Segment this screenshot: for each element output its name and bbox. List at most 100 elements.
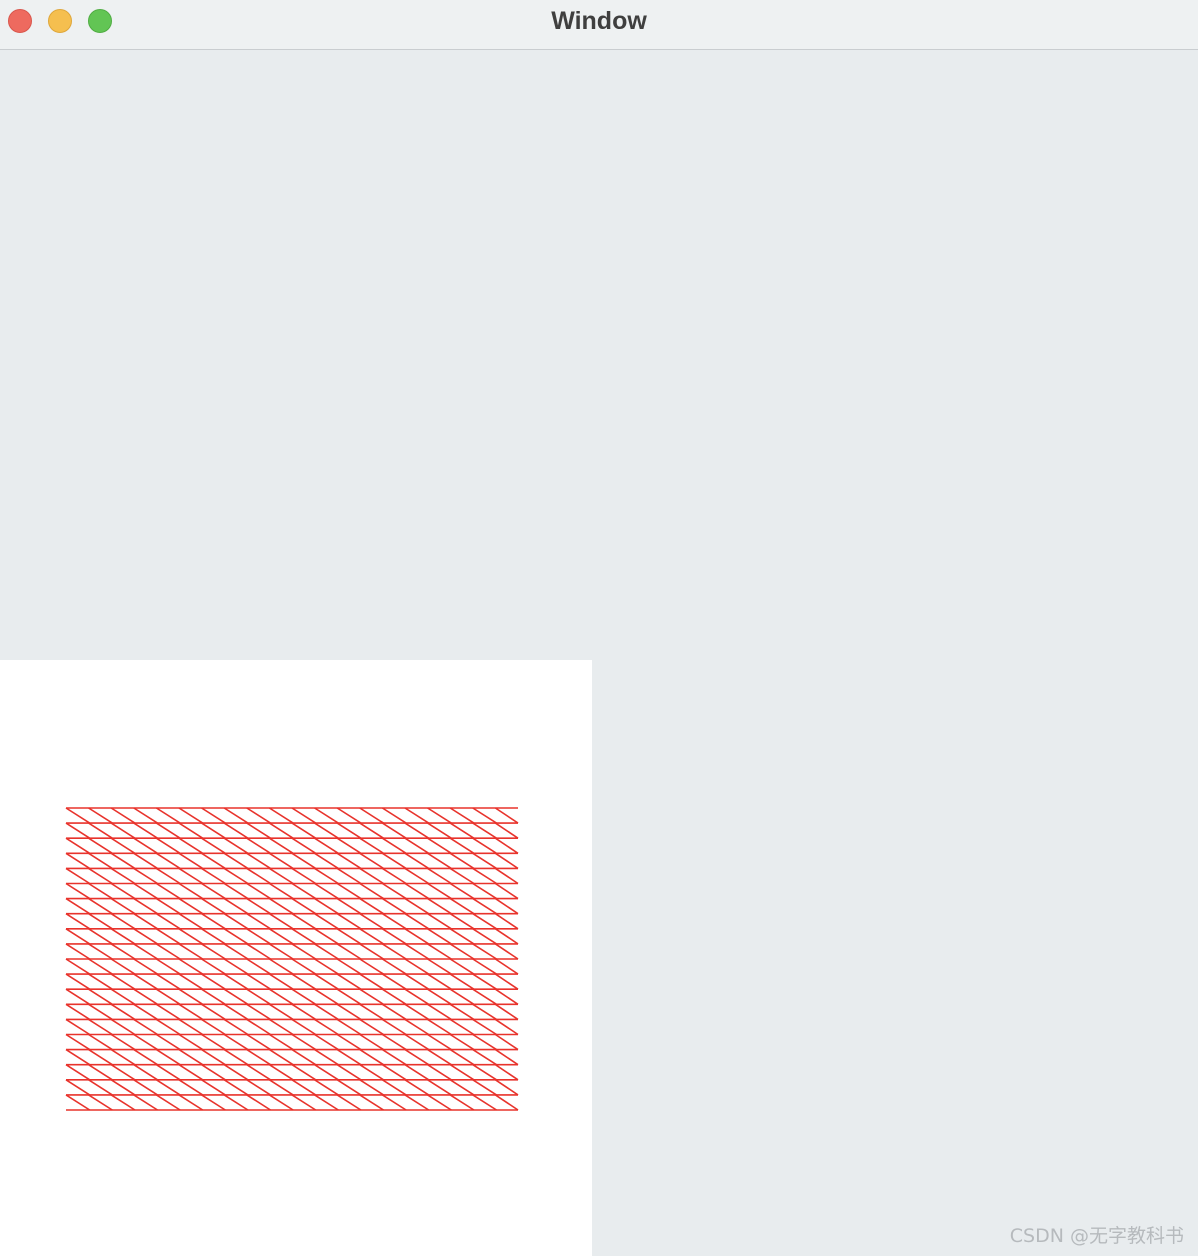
diagonal-hatch-line: [88, 1033, 113, 1051]
diagonal-hatch-line: [314, 973, 339, 990]
diagonal-hatch-line: [246, 807, 271, 824]
diagonal-hatch-line: [65, 852, 91, 870]
diagonal-hatch-line: [65, 1018, 91, 1036]
diagonal-hatch-line: [449, 928, 475, 945]
diagonal-hatch-line: [223, 867, 249, 885]
diagonal-hatch-line: [65, 913, 91, 930]
diagonal-hatch-line: [472, 1003, 497, 1021]
diagonal-hatch-line: [314, 1048, 339, 1066]
diagonal-hatch-line: [88, 1003, 113, 1021]
diagonal-hatch-line: [133, 1048, 158, 1066]
diagonal-hatch-line: [291, 852, 317, 870]
diagonal-hatch-line: [223, 897, 249, 915]
diagonal-hatch-line: [449, 807, 475, 824]
diagonal-hatch-line: [133, 837, 158, 854]
diagonal-hatch-line: [268, 973, 294, 990]
diagonal-hatch-line: [178, 867, 204, 885]
diagonal-hatch-line: [88, 1079, 113, 1096]
diagonal-hatch-line: [494, 973, 519, 990]
diagonal-hatch-line: [201, 1064, 226, 1081]
diagonal-hatch-line: [246, 1064, 271, 1081]
diagonal-hatch-line: [246, 1018, 271, 1036]
diagonal-hatch-line: [336, 943, 362, 960]
diagonal-hatch-line: [133, 1003, 158, 1021]
diagonal-hatch-line: [449, 852, 475, 870]
diagonal-hatch-line: [314, 1018, 339, 1036]
diagonal-hatch-line: [449, 1094, 475, 1111]
diagonal-hatch-line: [314, 852, 339, 870]
diagonal-hatch-line: [155, 897, 181, 915]
diagonal-hatch-line: [381, 1033, 407, 1051]
title-bar[interactable]: Window: [0, 0, 1198, 50]
diagonal-hatch-line: [65, 822, 91, 839]
diagonal-hatch-line: [65, 1048, 91, 1066]
diagonal-hatch-line: [336, 1003, 362, 1021]
diagonal-hatch-line: [314, 867, 339, 885]
diagonal-hatch-line: [336, 897, 362, 915]
diagonal-hatch-line: [359, 913, 384, 930]
diagonal-hatch-line: [133, 882, 158, 900]
diagonal-hatch-line: [359, 822, 384, 839]
diagonal-hatch-line: [201, 897, 226, 915]
diagonal-hatch-line: [155, 1033, 181, 1051]
diagonal-hatch-line: [246, 1079, 271, 1096]
diagonal-hatch-line: [268, 897, 294, 915]
diagonal-hatch-line: [381, 852, 407, 870]
diagonal-hatch-line: [201, 1033, 226, 1051]
diagonal-hatch-line: [178, 1079, 204, 1096]
diagonal-hatch-line: [449, 1033, 475, 1051]
diagonal-hatch-line: [314, 1094, 339, 1111]
diagonal-hatch-line: [268, 837, 294, 854]
diagonal-hatch-line: [472, 882, 497, 900]
diagonal-hatch-line: [449, 1018, 475, 1036]
diagonal-hatch-line: [201, 1018, 226, 1036]
diagonal-hatch-line: [88, 1048, 113, 1066]
diagonal-hatch-line: [155, 928, 181, 945]
diagonal-hatch-line: [133, 973, 158, 990]
diagonal-hatch-line: [427, 1094, 452, 1111]
diagonal-hatch-line: [110, 822, 136, 839]
diagonal-hatch-line: [494, 1064, 519, 1081]
diagonal-hatch-line: [472, 1018, 497, 1036]
diagonal-hatch-line: [359, 882, 384, 900]
diagonal-hatch-line: [133, 867, 158, 885]
diagonal-hatch-line: [110, 1003, 136, 1021]
diagonal-hatch-line: [359, 973, 384, 990]
diagonal-hatch-line: [291, 882, 317, 900]
diagonal-hatch-line: [472, 913, 497, 930]
diagonal-hatch-line: [314, 1064, 339, 1081]
diagonal-hatch-line: [133, 1018, 158, 1036]
diagonal-hatch-line: [427, 1064, 452, 1081]
diagonal-hatch-line: [246, 958, 271, 975]
diagonal-hatch-line: [178, 958, 204, 975]
diagonal-hatch-line: [359, 1048, 384, 1066]
diagonal-hatch-line: [359, 988, 384, 1005]
diagonal-hatch-line: [449, 988, 475, 1005]
diagonal-hatch-line: [404, 837, 430, 854]
diagonal-hatch-line: [427, 1003, 452, 1021]
diagonal-hatch-line: [178, 807, 204, 824]
diagonal-hatch-line: [449, 1064, 475, 1081]
diagonal-hatch-line: [155, 837, 181, 854]
diagonal-hatch-line: [381, 1048, 407, 1066]
diagonal-hatch-line: [268, 943, 294, 960]
diagonal-hatch-line: [494, 1094, 519, 1111]
diagonal-hatch-line: [223, 1033, 249, 1051]
diagonal-hatch-line: [449, 897, 475, 915]
diagonal-hatch-line: [88, 943, 113, 960]
diagonal-hatch-line: [336, 973, 362, 990]
diagonal-hatch-line: [291, 973, 317, 990]
diagonal-hatch-line: [201, 852, 226, 870]
watermark: CSDN @无字教科书: [1009, 1225, 1184, 1247]
diagonal-hatch-line: [178, 897, 204, 915]
diagonal-hatch-line: [201, 943, 226, 960]
diagonal-hatch-line: [178, 973, 204, 990]
diagonal-hatch-line: [404, 943, 430, 960]
diagonal-hatch-line: [88, 837, 113, 854]
diagonal-hatch-line: [88, 852, 113, 870]
diagonal-hatch-line: [472, 1094, 497, 1111]
diagonal-hatch-line: [201, 822, 226, 839]
diagonal-hatch-line: [427, 897, 452, 915]
diagonal-hatch-line: [291, 928, 317, 945]
diagonal-hatch-line: [110, 928, 136, 945]
